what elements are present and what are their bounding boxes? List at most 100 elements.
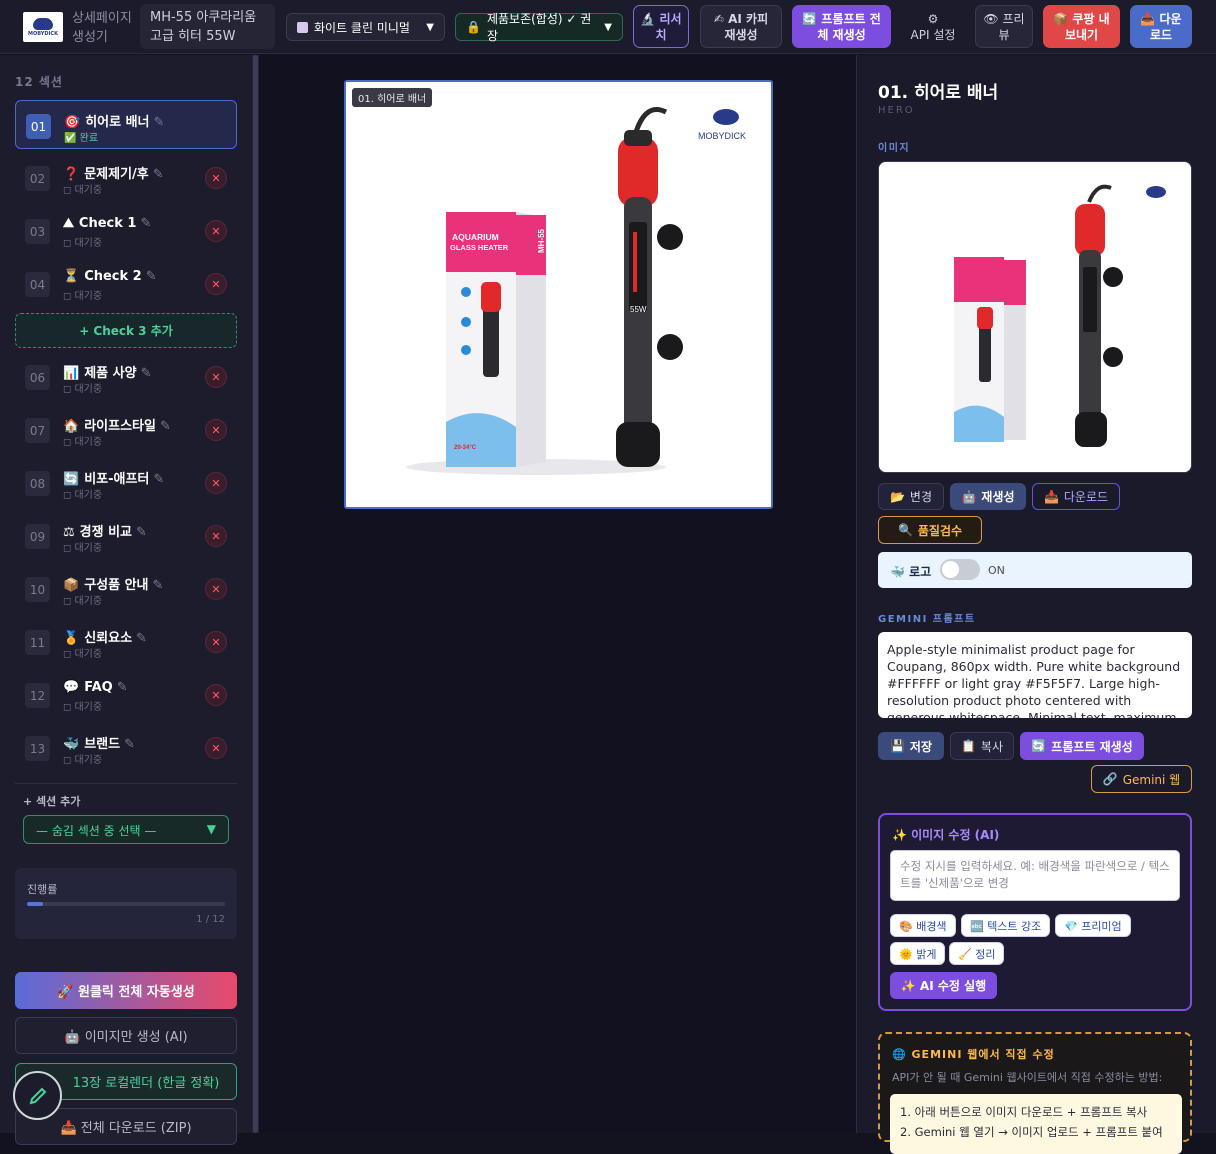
edit-fab-button[interactable] <box>13 1071 62 1120</box>
progress-label: 진행률 <box>27 883 58 896</box>
section-status: ◻ 대기중 <box>63 433 102 448</box>
sidebar-scrollbar[interactable] <box>252 55 259 1133</box>
section-item[interactable]: 11 🏅 신뢰요소 ✎ ◻ 대기중 ✕ <box>15 617 237 666</box>
scrollbar-thumb[interactable] <box>253 55 258 1133</box>
progress-track <box>27 902 225 906</box>
download-button[interactable]: 📥 다운로드 <box>1130 5 1192 48</box>
logo-toggle-label: 🐳 로고 <box>890 563 931 580</box>
chevron-down-icon: ▼ <box>604 21 612 33</box>
quality-check-button[interactable]: 🔍 품질검수 <box>878 516 982 544</box>
coupang-export-button[interactable]: 📦 쿠팡 내보내기 <box>1043 5 1120 48</box>
section-icon: 💬 <box>63 680 80 695</box>
preview-button[interactable]: 👁 프리뷰 <box>975 5 1033 48</box>
edit-title-icon[interactable]: ✎ <box>124 737 135 752</box>
generate-images-only-button[interactable]: 🤖 이미지만 생성 (AI) <box>15 1017 237 1054</box>
run-ai-edit-button[interactable]: ✨ AI 수정 실행 <box>890 972 997 999</box>
section-item[interactable]: 01 🎯 히어로 배너 ✎ ✅ 완료 <box>15 100 237 149</box>
section-item[interactable]: 06 📊 제품 사양 ✎ ◻ 대기중 ✕ <box>15 352 237 401</box>
pending-icon: ◻ <box>63 238 75 249</box>
delete-section-icon[interactable]: ✕ <box>205 525 227 547</box>
delete-section-icon[interactable]: ✕ <box>205 167 227 189</box>
gemini-web-desc: API가 안 될 때 Gemini 웹사이트에서 직접 수정하는 방법: <box>892 1071 1163 1084</box>
section-status: ◻ 대기중 <box>63 592 102 607</box>
research-label: 리서치 <box>655 11 682 42</box>
prompt-regen-all-button[interactable]: 🔄 프롬프트 전체 재생성 <box>792 5 891 48</box>
gemini-web-button[interactable]: 🔗 Gemini 웹 <box>1091 765 1192 793</box>
section-icon: ⚖ <box>63 525 75 540</box>
ai-edit-instruction-textarea[interactable]: 수정 지시를 입력하세요. 예: 배경색을 파란색으로 / 텍스트를 '신제품'… <box>890 850 1180 901</box>
regen-image-button[interactable]: 🤖 재생성 <box>950 483 1026 510</box>
product-name-field[interactable]: MH-55 아쿠라리움 고급 히터 55W <box>140 4 275 49</box>
hero-preview-card[interactable]: MOBYDICK AQUARIUM GLASS HEATER MH-55 20-… <box>344 80 773 509</box>
section-item[interactable]: 07 🏠 라이프스타일 ✎ ◻ 대기중 ✕ <box>15 405 237 454</box>
download-image-label: 다운로드 <box>1063 490 1109 504</box>
gemini-web-header: 🌐 GEMINI 웹에서 직접 수정 <box>892 1048 1055 1061</box>
download-image-button[interactable]: 📥 다운로드 <box>1032 483 1120 510</box>
section-item[interactable]: 08 🔄 비포-애프터 ✎ ◻ 대기중 ✕ <box>15 458 237 507</box>
edit-title-icon[interactable]: ✎ <box>146 269 157 284</box>
research-button[interactable]: 🔬 리서치 <box>633 5 689 48</box>
template-select[interactable]: 화이트 클린 미니멀 ▼ <box>286 13 445 41</box>
section-status: ◻ 대기중 <box>63 287 102 302</box>
section-item[interactable]: 03 ⛰ Check 1 ✎ ◻ 대기중 ✕ <box>15 206 237 255</box>
progress-count: 1 / 12 <box>196 914 225 925</box>
hidden-section-select[interactable]: — 숨김 섹션 중 선택 — ▼ <box>23 815 229 844</box>
preset-text-emphasis-pill[interactable]: 🔤 텍스트 강조 <box>961 914 1051 937</box>
preset-premium-pill[interactable]: 💎 프리미엄 <box>1055 914 1131 937</box>
section-item[interactable]: 12 💬 FAQ ✎ ◻ 대기중 ✕ <box>15 670 237 719</box>
one-click-generate-button[interactable]: 🚀 원클릭 전체 자동생성 <box>15 972 237 1009</box>
check-icon: ✅ <box>64 133 80 144</box>
section-item[interactable]: 13 🐳 브랜드 ✎ ◻ 대기중 ✕ <box>15 723 237 772</box>
edit-title-icon[interactable]: ✎ <box>153 472 164 487</box>
edit-title-icon[interactable]: ✎ <box>160 419 171 434</box>
section-image-preview[interactable] <box>878 161 1192 473</box>
section-item[interactable]: 10 📦 구성품 안내 ✎ ◻ 대기중 ✕ <box>15 564 237 613</box>
add-check-3-button[interactable]: + Check 3 추가 <box>15 313 237 348</box>
delete-section-icon[interactable]: ✕ <box>205 366 227 388</box>
save-prompt-label: 저장 <box>909 739 933 754</box>
edit-title-icon[interactable]: ✎ <box>153 578 164 593</box>
whale-icon <box>33 17 53 30</box>
regen-prompt-button[interactable]: 🔄 프롬프트 재생성 <box>1020 732 1144 760</box>
copy-prompt-button[interactable]: 📋 복사 <box>950 732 1014 760</box>
section-item[interactable]: 04 ⏳ Check 2 ✎ ◻ 대기중 ✕ <box>15 259 237 308</box>
delete-section-icon[interactable]: ✕ <box>205 220 227 242</box>
save-prompt-button[interactable]: 💾 저장 <box>878 732 944 760</box>
brand-wordmark: MOBYDICK <box>28 30 58 37</box>
edit-title-icon[interactable]: ✎ <box>153 167 164 182</box>
ai-copy-regen-button[interactable]: ✍ AI 카피 재생성 <box>700 5 782 48</box>
logo-toggle-switch[interactable] <box>940 559 980 580</box>
hidden-section-select-value: — 숨김 섹션 중 선택 — <box>36 824 157 838</box>
product-thumbnail <box>879 162 1191 472</box>
edit-title-icon[interactable]: ✎ <box>140 216 151 231</box>
edit-title-icon[interactable]: ✎ <box>154 115 165 130</box>
heater-watt-text: 55W <box>630 305 647 314</box>
section-title: ⚖ 경쟁 비교 ✎ <box>63 521 147 540</box>
section-status: ◻ 대기중 <box>63 698 102 713</box>
section-item[interactable]: 09 ⚖ 경쟁 비교 ✎ ◻ 대기중 ✕ <box>15 511 237 560</box>
preset-cleanup-pill[interactable]: 🧹 정리 <box>949 942 1005 965</box>
preview-label: 프리뷰 <box>998 11 1025 42</box>
delete-section-icon[interactable]: ✕ <box>205 737 227 759</box>
delete-section-icon[interactable]: ✕ <box>205 631 227 653</box>
edit-title-icon[interactable]: ✎ <box>141 366 152 381</box>
edit-title-icon[interactable]: ✎ <box>117 680 128 695</box>
edit-title-icon[interactable]: ✎ <box>136 525 147 540</box>
delete-section-icon[interactable]: ✕ <box>205 419 227 441</box>
delete-section-icon[interactable]: ✕ <box>205 273 227 295</box>
eye-icon: 👁 <box>983 11 999 26</box>
preset-background-pill[interactable]: 🎨 배경색 <box>890 914 956 937</box>
section-status: ◻ 대기중 <box>63 234 102 249</box>
delete-section-icon[interactable]: ✕ <box>205 472 227 494</box>
section-icon: ⛰ <box>63 216 74 231</box>
section-item[interactable]: 02 ❓ 문제제기/후 ✎ ◻ 대기중 ✕ <box>15 153 237 202</box>
edit-title-icon[interactable]: ✎ <box>136 631 147 646</box>
delete-section-icon[interactable]: ✕ <box>205 684 227 706</box>
api-settings-button[interactable]: ⚙ API 설정 <box>901 5 965 48</box>
delete-section-icon[interactable]: ✕ <box>205 578 227 600</box>
preset-brighten-pill[interactable]: 🌞 밝게 <box>890 942 946 965</box>
gemini-prompt-textarea[interactable]: Apple-style minimalist product page for … <box>878 632 1192 718</box>
mode-select[interactable]: 🔒 제품보존(합성) ✓ 권장 ▼ <box>455 12 623 43</box>
gemini-prompt-label: GEMINI 프롬프트 <box>878 614 976 625</box>
change-image-button[interactable]: 📂 변경 <box>878 483 944 510</box>
